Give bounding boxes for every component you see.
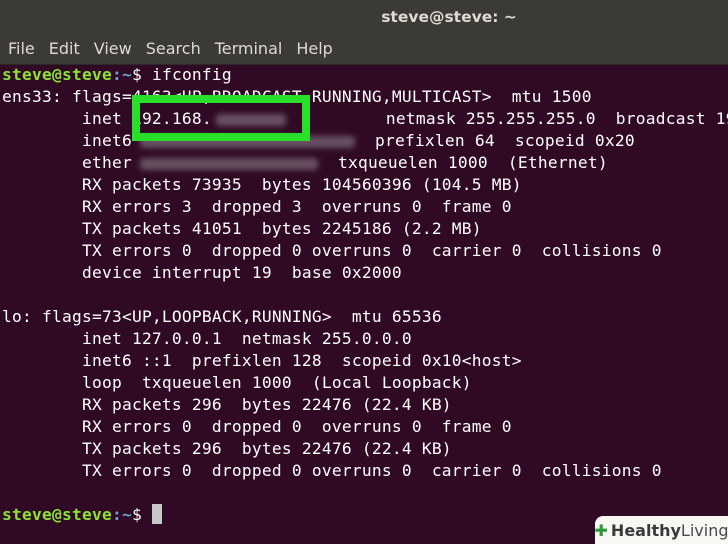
watermark-tail: Living: [680, 520, 728, 540]
output-line: lo: flags=73<UP,LOOPBACK,RUNNING> mtu 65…: [2, 307, 442, 326]
menu-terminal[interactable]: Terminal: [215, 34, 289, 64]
ip-highlight-box: [132, 95, 310, 141]
menu-file[interactable]: File: [8, 34, 41, 64]
prompt-user-host: steve@steve: [2, 65, 112, 84]
command-text: ifconfig: [151, 65, 232, 84]
menu-help[interactable]: Help: [296, 34, 338, 64]
output-line: inet6 prefixlen 64 scopeid 0x20: [2, 130, 635, 152]
prefixlen-text: prefixlen 64 scopeid 0x20: [374, 131, 635, 150]
output-line: RX packets 73935 bytes 104560396 (104.5 …: [2, 175, 522, 194]
command-line: steve@steve:~$: [2, 504, 162, 526]
prompt-symbol: $: [131, 505, 152, 524]
redacted-mac: [139, 157, 318, 170]
output-line: inet 192.168. netmask 255.255.255.0 broa…: [2, 108, 728, 130]
output-line: loop txqueuelen 1000 (Local Loopback): [2, 373, 472, 392]
terminal-output[interactable]: steve@steve:~$ ifconfig ens33: flags=416…: [0, 64, 728, 544]
output-line: inet6 ::1 prefixlen 128 scopeid 0x10<hos…: [2, 351, 522, 370]
output-line: TX errors 0 dropped 0 overruns 0 carrier…: [2, 461, 662, 480]
menu-edit[interactable]: Edit: [49, 34, 86, 64]
output-line: RX errors 0 dropped 0 overruns 0 frame 0: [2, 417, 512, 436]
inet6-label: inet6: [2, 131, 132, 150]
txqueuelen-text: txqueuelen 1000 (Ethernet): [337, 153, 608, 172]
output-line: TX packets 296 bytes 22476 (22.4 KB): [2, 439, 452, 458]
output-line: RX errors 3 dropped 3 overruns 0 frame 0: [2, 197, 512, 216]
menu-search[interactable]: Search: [146, 34, 207, 64]
output-line: inet 127.0.0.1 netmask 255.0.0.0: [2, 329, 412, 348]
output-line: TX packets 41051 bytes 2245186 (2.2 MB): [2, 219, 482, 238]
output-line: device interrupt 19 base 0x2000: [2, 263, 402, 282]
menu-bar: File Edit View Search Terminal Help: [0, 34, 728, 65]
output-line: ether txqueuelen 1000 (Ethernet): [2, 152, 608, 174]
watermark-brand: Healthy: [610, 520, 681, 540]
menu-view[interactable]: View: [94, 34, 138, 64]
prompt-path: :~: [111, 505, 132, 524]
watermark-logo: ✚ Healthy Living: [595, 516, 728, 544]
ether-label: ether: [2, 153, 132, 172]
output-line: RX packets 296 bytes 22476 (22.4 KB): [2, 395, 452, 414]
window-title: steve@steve: ~: [381, 8, 517, 26]
command-line: steve@steve:~$ ifconfig: [2, 64, 232, 86]
prompt-user-host: steve@steve: [2, 505, 112, 524]
cross-icon: ✚: [594, 520, 608, 540]
prompt-symbol: $: [131, 65, 152, 84]
prompt-path: :~: [111, 65, 132, 84]
title-bar: steve@steve: ~: [0, 0, 728, 34]
output-line: TX errors 0 dropped 0 overruns 0 carrier…: [2, 241, 662, 260]
netmask-broadcast-text: netmask 255.255.255.0 broadcast 192.1: [305, 109, 728, 128]
text-cursor: [151, 504, 162, 524]
